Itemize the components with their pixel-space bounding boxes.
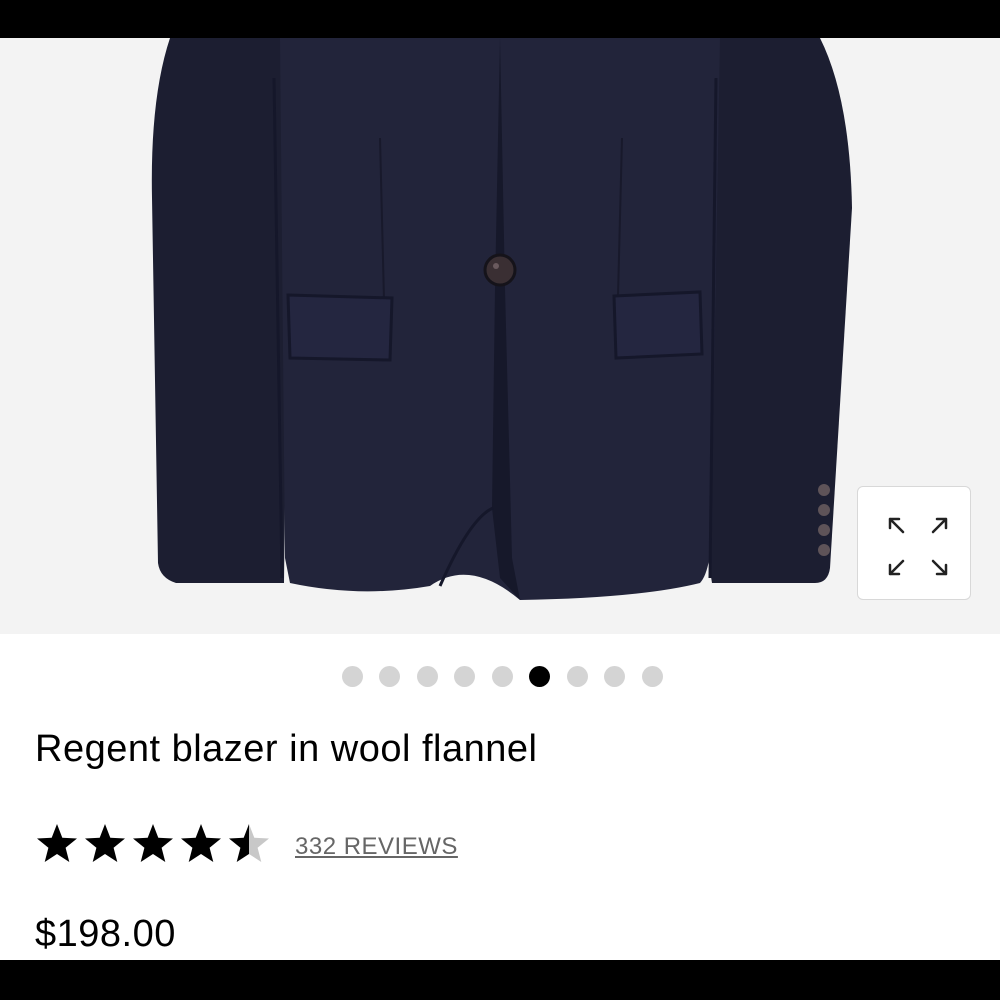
star-rating-icons (37, 824, 269, 862)
carousel-dot[interactable] (416, 666, 438, 687)
carousel-dot-active[interactable] (529, 666, 550, 687)
expand-icon (888, 517, 948, 576)
carousel-dot[interactable] (454, 666, 475, 687)
blazer-illustration (151, 38, 852, 600)
product-image[interactable] (0, 38, 1000, 634)
product-title: Regent blazer in wool flannel (35, 728, 538, 770)
image-carousel-indicators (0, 666, 1000, 690)
product-screen: Regent blazer in wool flannel 332 REVIEW… (0, 38, 1000, 960)
star-filled-icon (37, 824, 77, 862)
star-filled-icon (85, 824, 125, 862)
carousel-dot[interactable] (491, 666, 513, 687)
star-filled-icon (133, 824, 173, 862)
carousel-dot[interactable] (641, 666, 663, 687)
expand-image-button[interactable] (857, 486, 971, 600)
carousel-dot[interactable] (379, 666, 400, 687)
product-price: $198.00 (35, 913, 176, 955)
reviews-link[interactable]: 332 REVIEWS (295, 833, 458, 861)
star-filled-icon (181, 824, 221, 862)
carousel-dot[interactable] (341, 666, 363, 687)
carousel-dot[interactable] (566, 666, 588, 687)
star-half-icon (229, 824, 269, 862)
carousel-dot[interactable] (604, 666, 625, 687)
